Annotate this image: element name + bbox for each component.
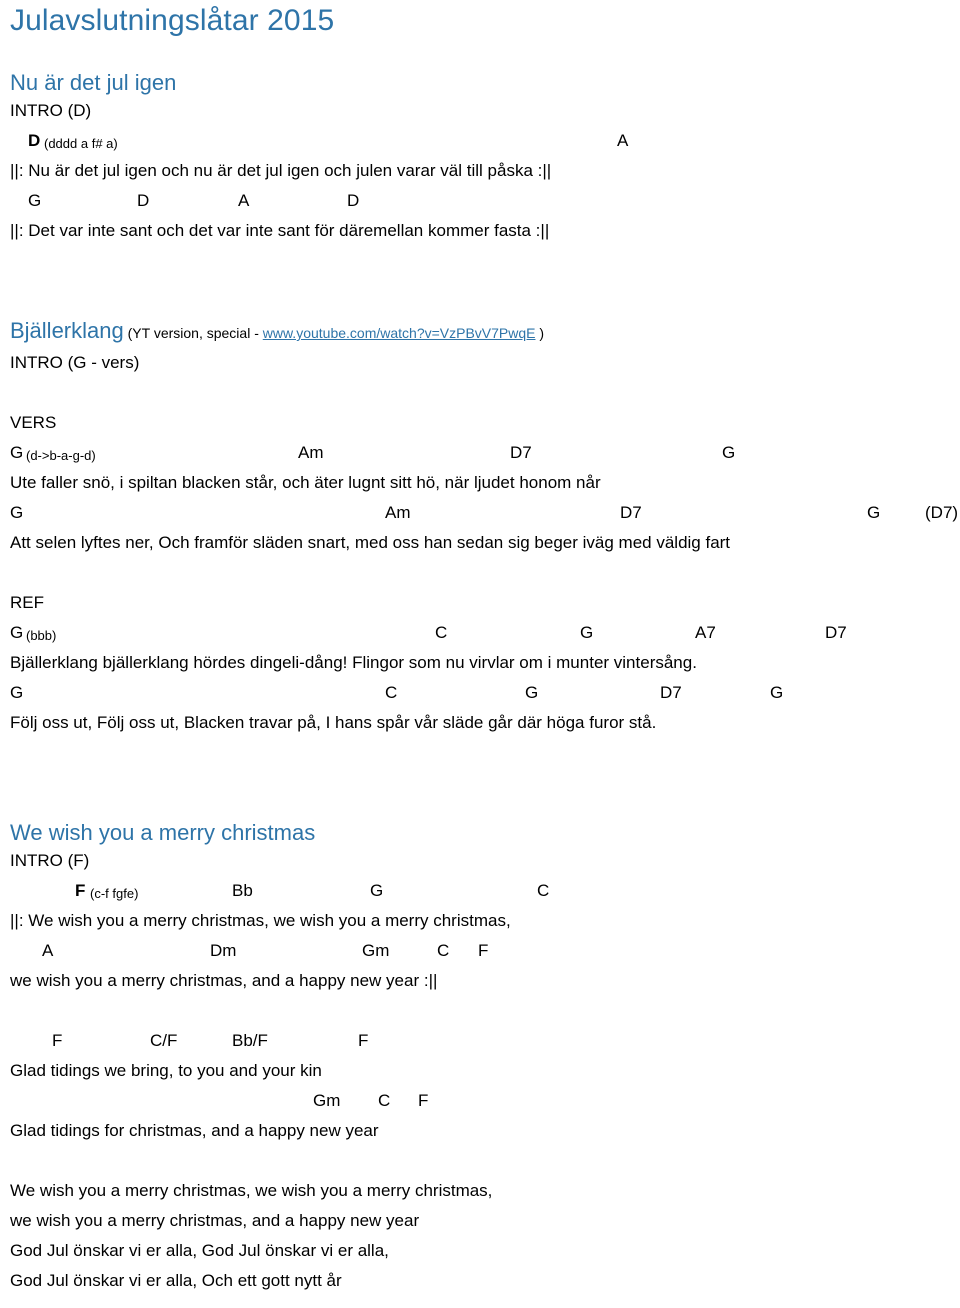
song-title: Bjällerklang	[10, 318, 124, 343]
song-intro: INTRO (G - vers)	[10, 353, 140, 372]
song-title-note-post: )	[535, 325, 545, 341]
section-label-vers: VERS	[10, 413, 57, 432]
song-intro: INTRO (D)	[10, 101, 92, 120]
chord-row: G D A D	[10, 186, 551, 216]
chord-a: A	[617, 131, 629, 150]
chord-f: F	[75, 881, 86, 900]
chord-c: C	[435, 623, 448, 642]
chord-f: F	[358, 1031, 369, 1050]
chord-dm: Dm	[210, 941, 237, 960]
chord-row: G C G D7 G	[10, 678, 783, 708]
chord-f: F	[52, 1031, 63, 1050]
chord-am: Am	[385, 503, 411, 522]
chord-g: G	[10, 503, 24, 522]
song-title: Nu är det jul igen	[10, 70, 177, 95]
outro-line: God Jul önskar vi er alla, God Jul önska…	[10, 1241, 389, 1260]
chord-d7: D7	[660, 683, 682, 702]
chord-g: G	[722, 443, 736, 462]
chord-bb-over-f: Bb/F	[232, 1031, 268, 1050]
chord-row: G Am D7 G (D7)	[10, 498, 958, 528]
chord-c: C	[378, 1091, 391, 1110]
chord-row: A Dm Gm C F	[10, 936, 511, 966]
lyric-line: Glad tidings we bring, to you and your k…	[10, 1061, 322, 1080]
chord-g: G	[10, 683, 24, 702]
outro-line: God Jul önskar vi er alla, Och ett gott …	[10, 1271, 342, 1290]
chord-d7-parenthetical: (D7)	[925, 503, 959, 522]
chord-a: A	[238, 191, 250, 210]
chord-g: G	[525, 683, 539, 702]
lyric-line: Bjällerklang bjällerklang hördes dingeli…	[10, 653, 697, 672]
chord-row: D (dddd a f# a) A	[10, 126, 628, 156]
chord-g: G	[370, 881, 384, 900]
chord-g: G	[580, 623, 594, 642]
lyric-line: Att selen lyftes ner, Och framför släden…	[10, 533, 731, 552]
song-title-note-pre: (YT version, special -	[123, 325, 263, 341]
outro-line: we wish you a merry christmas, and a hap…	[10, 1211, 420, 1230]
chord-g: G	[770, 683, 784, 702]
song-title-row: Bjällerklang (YT version, special - www.…	[10, 318, 730, 348]
chord-c: C	[437, 941, 450, 960]
lyric-line: ||: Nu är det jul igen och nu är det jul…	[10, 161, 552, 180]
song-intro: INTRO (F)	[10, 851, 90, 870]
chord-note-bbb: (bbb)	[26, 628, 57, 643]
song-title: We wish you a merry christmas	[10, 820, 316, 845]
chord-g: G	[867, 503, 881, 522]
youtube-link[interactable]: www.youtube.com/watch?v=VzPBvV7PwqE	[263, 325, 536, 341]
lyric-line: Följ oss ut, Följ oss ut, Blacken travar…	[10, 713, 657, 732]
chord-row: Gm C F	[10, 1086, 511, 1116]
chord-note-dddd: (dddd a f# a)	[44, 136, 118, 151]
chord-d: D	[28, 131, 41, 150]
chord-note-cf-fgfe: (c-f fgfe)	[90, 886, 139, 901]
chord-row: G (bbb) C G A7 D7	[10, 618, 847, 648]
chord-d: D	[137, 191, 150, 210]
lyric-line: Ute faller snö, i spiltan blacken står, …	[10, 473, 601, 492]
chord-note-dbagd: (d->b-a-g-d)	[26, 448, 96, 463]
chord-a7: A7	[695, 623, 716, 642]
page-title: Julavslutningslåtar 2015	[10, 4, 335, 37]
chord-d7: D7	[510, 443, 532, 462]
chord-g: G	[10, 443, 24, 462]
chord-c-over-f: C/F	[150, 1031, 178, 1050]
section-label-ref: REF	[10, 593, 44, 612]
chord-gm: Gm	[313, 1091, 341, 1110]
chord-bb: Bb	[232, 881, 253, 900]
chord-am: Am	[298, 443, 324, 462]
lyric-line: ||: We wish you a merry christmas, we wi…	[10, 911, 511, 930]
outro-line: We wish you a merry christmas, we wish y…	[10, 1181, 493, 1200]
lyric-line: Glad tidings for christmas, and a happy …	[10, 1121, 379, 1140]
document-page: Julavslutningslåtar 2015 Nu är det jul i…	[0, 0, 960, 1308]
song-section-bjallerklang: Bjällerklang (YT version, special - www.…	[10, 318, 958, 738]
chord-d7: D7	[825, 623, 847, 642]
chord-f: F	[478, 941, 489, 960]
chord-c: C	[385, 683, 398, 702]
song-section-nu-ar-det-jul-igen: Nu är det jul igen INTRO (D) D (dddd a f…	[10, 70, 628, 246]
chord-g: G	[10, 623, 24, 642]
chord-gm: Gm	[362, 941, 390, 960]
song-section-we-wish-you-a-merry-christmas: We wish you a merry christmas INTRO (F) …	[10, 820, 549, 1296]
chord-c: C	[537, 881, 550, 900]
chord-row: F (c-f fgfe) Bb G C	[10, 876, 549, 906]
chord-f: F	[418, 1091, 429, 1110]
chord-d: D	[347, 191, 360, 210]
chord-row: G (d->b-a-g-d) Am D7 G	[10, 438, 735, 468]
chord-a: A	[42, 941, 54, 960]
lyric-line: ||: Det var inte sant och det var inte s…	[10, 221, 550, 240]
lyric-line: we wish you a merry christmas, and a hap…	[10, 971, 438, 990]
chord-row: F C/F Bb/F F	[10, 1026, 511, 1056]
chord-g: G	[28, 191, 42, 210]
chord-d7: D7	[620, 503, 642, 522]
